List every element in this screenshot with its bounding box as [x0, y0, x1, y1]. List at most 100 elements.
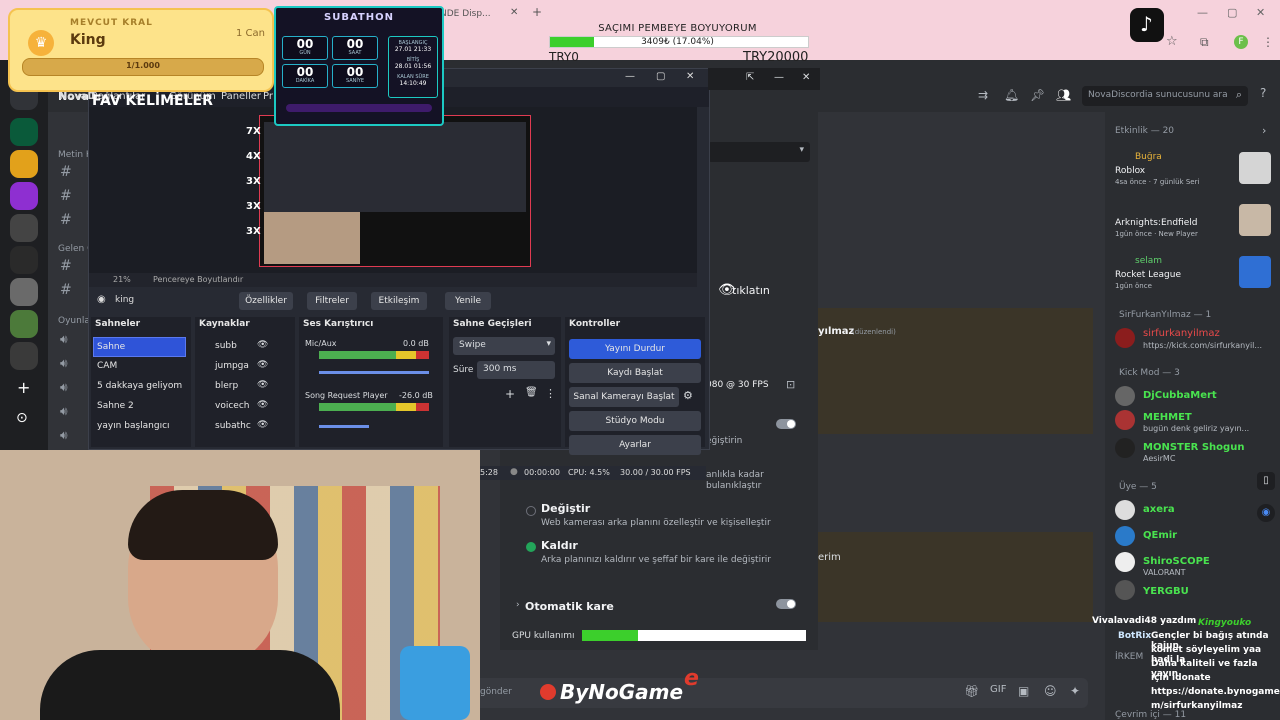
avatar[interactable]	[1115, 580, 1135, 600]
avatar[interactable]	[1115, 328, 1135, 348]
obs-close-icon[interactable]: ✕	[686, 71, 694, 82]
visibility-eye-icon[interactable]: 👁︎	[257, 420, 268, 430]
server-icon[interactable]	[10, 182, 38, 210]
transition-select[interactable]: Swipe ▾	[453, 337, 555, 355]
visibility-eye-icon[interactable]: 👁︎	[257, 340, 268, 350]
duration-input[interactable]: 300 ms	[477, 361, 555, 379]
avatar[interactable]	[1115, 386, 1135, 406]
activity-item[interactable]: Arknights:Endfield 1gün önce · New Playe…	[1115, 202, 1275, 246]
obs-maximize-icon[interactable]: ▢	[656, 71, 665, 82]
obs-preview-canvas[interactable]	[259, 115, 531, 267]
threads-icon[interactable]: ⇉	[978, 88, 988, 102]
server-search-input[interactable]: NovaDiscordia sunucusunu ara ⌕	[1082, 86, 1248, 106]
voice-channel-icon[interactable]: 🔊︎	[60, 356, 68, 371]
sticker-icon[interactable]: ▣	[1018, 684, 1029, 698]
browser-tab[interactable]: NDE Disp...	[440, 2, 502, 26]
stop-streaming-button[interactable]: Yayını Durdur	[569, 339, 701, 359]
scene-item[interactable]: CAM	[97, 357, 117, 375]
auto-frame-toggle[interactable]	[776, 599, 796, 609]
volume-slider[interactable]	[319, 425, 369, 428]
gif-icon[interactable]: GIF	[990, 684, 1006, 695]
bookmark-star-icon[interactable]: ☆	[1166, 34, 1178, 49]
member-name[interactable]: axera	[1143, 504, 1175, 515]
scene-item[interactable]: Sahne	[93, 337, 186, 357]
channel-hash-icon[interactable]: #	[60, 282, 72, 298]
visibility-eye-icon[interactable]: 👁︎	[257, 380, 268, 390]
auto-frame-title[interactable]: Otomatik kare	[525, 600, 614, 613]
studio-mode-button[interactable]: Stüdyo Modu	[569, 411, 701, 431]
member-name[interactable]: sirfurkanyilmaz	[1143, 328, 1220, 339]
profile-avatar[interactable]: F	[1234, 35, 1248, 49]
server-icon[interactable]	[10, 246, 38, 274]
members-icon[interactable]: 👥︎	[1056, 88, 1071, 102]
voice-channel-icon[interactable]: 🔊︎	[60, 332, 68, 347]
obs-minimize-icon[interactable]: —	[625, 71, 635, 82]
filters-button[interactable]: Filtreler	[307, 292, 357, 310]
source-item[interactable]: blerp	[215, 377, 238, 395]
activity-item[interactable]: selam Rocket League 1gün önce	[1115, 254, 1275, 298]
change-option-title[interactable]: Değiştir	[541, 502, 590, 515]
member-name[interactable]: ShiroSCOPE	[1143, 556, 1210, 567]
help-icon[interactable]: ?	[1260, 86, 1266, 100]
trash-icon[interactable]: 🗑︎	[525, 387, 538, 398]
avatar[interactable]	[1115, 438, 1135, 458]
voice-channel-icon[interactable]: 🔊︎	[60, 380, 68, 395]
expand-chevron-icon[interactable]: ›	[516, 600, 520, 610]
menu-item[interactable]: Paneller	[221, 91, 261, 102]
visibility-eye-icon[interactable]: 👁︎	[257, 400, 268, 410]
avatar[interactable]	[1115, 500, 1135, 520]
channel-category[interactable]: Metin K	[58, 150, 92, 160]
browser-menu-icon[interactable]: ⋮	[1262, 35, 1274, 49]
remove-option-title[interactable]: Kaldır	[541, 539, 578, 552]
source-item[interactable]: jumpga	[215, 357, 249, 375]
dropdown-field[interactable]: ▾	[708, 142, 810, 162]
member-name[interactable]: MEHMET	[1143, 412, 1192, 423]
server-icon[interactable]	[10, 150, 38, 178]
volume-slider[interactable]	[319, 371, 429, 374]
member-name[interactable]: MONSTER Shogun	[1143, 442, 1244, 453]
close-icon[interactable]: ✕	[802, 72, 810, 83]
extensions-icon[interactable]: ⧉	[1200, 35, 1209, 50]
virtual-camera-settings-icon[interactable]: ⚙	[683, 389, 693, 402]
settings-button[interactable]: Ayarlar	[569, 435, 701, 455]
refresh-button[interactable]: Yenile	[445, 292, 491, 310]
radio-change[interactable]	[526, 506, 536, 516]
channel-hash-icon[interactable]: #	[60, 164, 72, 180]
source-item[interactable]: voicech	[215, 397, 249, 415]
channel-hash-icon[interactable]: #	[60, 212, 72, 228]
voice-channel-icon[interactable]: 🔊︎	[60, 428, 68, 443]
inbox-icon[interactable]: ▯	[1257, 472, 1275, 490]
server-icon[interactable]	[10, 342, 38, 370]
resize-button[interactable]: Pencereye Boyutlandır	[153, 275, 243, 284]
channel-hash-icon[interactable]: #	[60, 258, 72, 274]
server-icon[interactable]	[10, 278, 38, 306]
member-name[interactable]: QEmir	[1143, 530, 1177, 541]
new-tab-icon[interactable]: +	[532, 5, 542, 19]
pin-icon[interactable]: 📌︎	[1030, 88, 1045, 102]
resolution-select[interactable]: 080 @ 30 FPS	[706, 380, 769, 390]
virtual-camera-button[interactable]: Sanal Kamerayı Başlat	[569, 387, 679, 407]
server-icon[interactable]	[10, 214, 38, 242]
voice-channel-icon[interactable]: 🔊︎	[60, 404, 68, 419]
add-server-icon[interactable]: +	[17, 378, 30, 397]
menu-item[interactable]: Pr	[263, 91, 273, 102]
server-icon[interactable]	[10, 118, 38, 146]
radio-remove[interactable]	[526, 542, 536, 552]
chevron-right-icon[interactable]: ›	[1262, 124, 1266, 137]
zoom-level[interactable]: 21%	[113, 275, 131, 284]
notification-bell-icon[interactable]: 🔔︎	[1004, 88, 1019, 102]
member-name[interactable]: YERGBU	[1143, 586, 1189, 597]
add-icon[interactable]: +	[505, 387, 515, 401]
minimize-window-icon[interactable]: —	[1197, 6, 1208, 19]
minimize-icon[interactable]: —	[774, 72, 784, 83]
setting-toggle[interactable]	[776, 419, 796, 429]
avatar[interactable]	[1115, 526, 1135, 546]
more-icon[interactable]: ⋮	[545, 387, 556, 400]
member-name[interactable]: DjCubbaMert	[1143, 390, 1217, 401]
visibility-eye-icon[interactable]: 👁︎	[257, 360, 268, 370]
source-item[interactable]: subb	[215, 337, 237, 355]
gift-icon[interactable]: 🎁︎	[964, 684, 979, 698]
message-author[interactable]: yılmaz	[818, 326, 854, 337]
start-recording-button[interactable]: Kaydı Başlat	[569, 363, 701, 383]
explore-icon[interactable]: ⊙	[16, 410, 28, 426]
